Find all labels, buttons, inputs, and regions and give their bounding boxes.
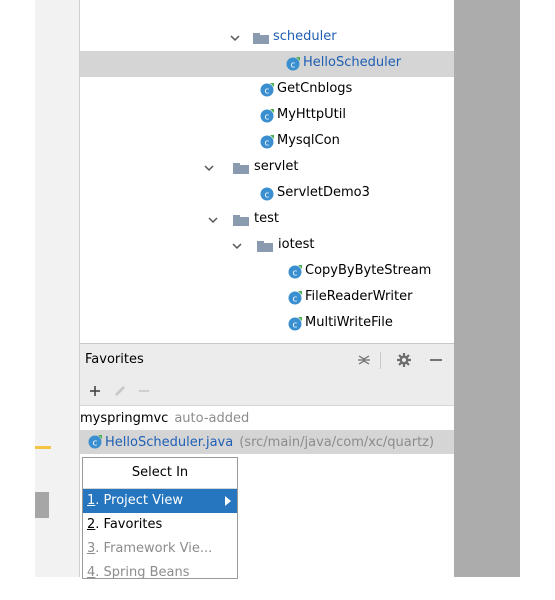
folder-icon bbox=[233, 163, 249, 174]
tree-row-mysqlcon[interactable]: c MysqlCon bbox=[80, 129, 454, 155]
popup-item-framework-view[interactable]: 3. Framework Vie... bbox=[83, 537, 237, 561]
chevron-down-icon[interactable] bbox=[208, 215, 218, 225]
class-icon: c bbox=[286, 57, 300, 71]
popup-item-project-view[interactable]: 1. Project View bbox=[83, 489, 237, 513]
tree-row-filereaderwriter[interactable]: c FileReaderWriter bbox=[80, 285, 454, 311]
project-tree: scheduler c HelloScheduler c GetCnblogs … bbox=[80, 0, 454, 343]
header-divider bbox=[380, 352, 381, 369]
collapse-icon[interactable] bbox=[356, 352, 372, 368]
folder-icon bbox=[233, 215, 249, 226]
editor-gutter bbox=[35, 0, 79, 577]
gutter-scroll-thumb[interactable] bbox=[35, 492, 49, 518]
tree-row-scheduler[interactable]: scheduler bbox=[80, 25, 454, 51]
tree-item-label: ServletDemo3 bbox=[277, 185, 370, 200]
favorites-list: myspringmvc auto-added c HelloScheduler.… bbox=[80, 406, 454, 454]
gutter-marker bbox=[35, 446, 51, 449]
folder-icon bbox=[253, 33, 269, 44]
entry-file: HelloScheduler.java bbox=[105, 434, 234, 450]
remove-icon[interactable] bbox=[136, 383, 152, 399]
class-icon: c bbox=[88, 435, 102, 449]
editor-background bbox=[454, 0, 520, 577]
tree-item-label: FileReaderWriter bbox=[305, 289, 413, 304]
tree-item-label: HelloScheduler bbox=[303, 55, 402, 70]
tree-row-myhttputil[interactable]: c MyHttpUtil bbox=[80, 103, 454, 129]
tree-item-label: CopyByByteStream bbox=[305, 263, 432, 278]
chevron-down-icon[interactable] bbox=[204, 163, 214, 173]
tree-item-label: MysqlCon bbox=[277, 133, 340, 148]
tree-row-copybybytestream[interactable]: c CopyByByteStream bbox=[80, 259, 454, 285]
favorites-header: Favorites bbox=[80, 343, 454, 378]
popup-item-label: . Favorites bbox=[95, 517, 163, 532]
svg-text:c: c bbox=[293, 295, 298, 305]
submenu-arrow-icon bbox=[225, 496, 231, 506]
tree-row-helloscheduler[interactable]: c HelloScheduler bbox=[80, 51, 454, 77]
class-icon: c bbox=[260, 187, 274, 201]
svg-text:c: c bbox=[265, 191, 270, 201]
class-icon: c bbox=[288, 291, 302, 305]
entry-path: (src/main/java/com/xc/quartz) bbox=[239, 434, 435, 450]
favorites-list-item[interactable]: myspringmvc auto-added bbox=[80, 406, 454, 430]
add-icon[interactable] bbox=[87, 383, 103, 399]
tree-item-label: MyHttpUtil bbox=[277, 107, 346, 122]
svg-text:c: c bbox=[265, 113, 270, 123]
class-icon: c bbox=[260, 109, 274, 123]
popup-item-label: . Project View bbox=[95, 493, 184, 508]
favorites-toolbar bbox=[80, 377, 454, 406]
tree-item-label: GetCnblogs bbox=[277, 81, 353, 96]
tree-item-label: iotest bbox=[278, 237, 315, 252]
popup-item-favorites[interactable]: 2. Favorites bbox=[83, 513, 237, 537]
popup-item-label: . Framework Vie... bbox=[95, 541, 213, 556]
svg-text:c: c bbox=[265, 87, 270, 97]
favorites-entry[interactable]: c HelloScheduler.java (src/main/java/com… bbox=[80, 430, 454, 454]
folder-icon bbox=[257, 241, 273, 252]
class-icon: c bbox=[288, 317, 302, 331]
popup-title: Select In bbox=[83, 458, 237, 489]
tree-item-label: MultiWriteFile bbox=[305, 315, 393, 330]
tree-item-label: scheduler bbox=[273, 29, 337, 44]
gear-icon[interactable] bbox=[396, 352, 412, 368]
chevron-down-icon[interactable] bbox=[230, 33, 240, 43]
tree-row-servletdemo3[interactable]: c ServletDemo3 bbox=[80, 181, 454, 207]
tree-item-label: servlet bbox=[254, 159, 299, 174]
select-in-popup: Select In 1. Project View 2. Favorites 3… bbox=[82, 457, 238, 579]
popup-item-label: . Spring Beans bbox=[95, 565, 190, 579]
tree-row-multiwritefile[interactable]: c MultiWriteFile bbox=[80, 311, 454, 337]
tree-row-getcnblogs[interactable]: c GetCnblogs bbox=[80, 77, 454, 103]
list-name: myspringmvc bbox=[80, 410, 169, 426]
class-icon: c bbox=[260, 83, 274, 97]
class-icon: c bbox=[260, 135, 274, 149]
edit-icon[interactable] bbox=[112, 383, 128, 399]
svg-text:c: c bbox=[293, 321, 298, 331]
chevron-down-icon[interactable] bbox=[232, 241, 242, 251]
favorites-title: Favorites bbox=[85, 352, 144, 367]
svg-text:c: c bbox=[93, 439, 98, 449]
minimize-icon[interactable] bbox=[428, 352, 444, 368]
tree-item-label: test bbox=[254, 211, 279, 226]
svg-text:c: c bbox=[293, 269, 298, 279]
popup-item-spring-beans[interactable]: 4. Spring Beans bbox=[83, 561, 237, 579]
svg-text:c: c bbox=[265, 139, 270, 149]
svg-text:c: c bbox=[291, 61, 296, 71]
tree-row-iotest[interactable]: iotest bbox=[80, 233, 454, 259]
tree-row-test[interactable]: test bbox=[80, 207, 454, 233]
class-icon: c bbox=[288, 265, 302, 279]
list-note: auto-added bbox=[174, 410, 250, 426]
tree-row-servlet[interactable]: servlet bbox=[80, 155, 454, 181]
